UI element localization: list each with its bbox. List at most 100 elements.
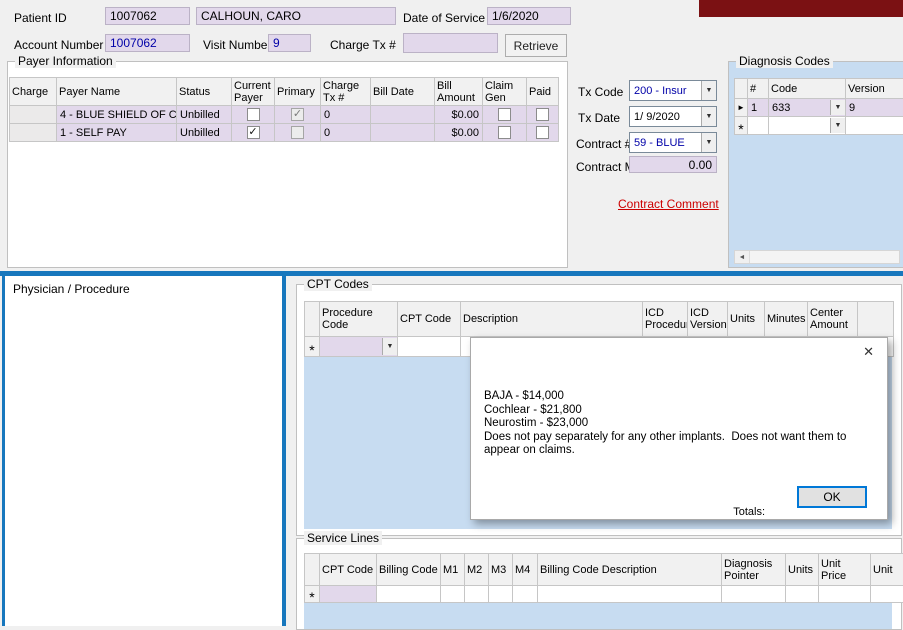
column-header-paid[interactable]: Paid: [527, 78, 559, 106]
column-header-cpt-code[interactable]: CPT Code: [398, 302, 461, 337]
primary-cell: ✓: [275, 106, 321, 124]
column-header-payer-name[interactable]: Payer Name: [57, 78, 177, 106]
billing-code-description-cell[interactable]: [538, 586, 722, 603]
column-header-current-payer[interactable]: Current Payer: [232, 78, 275, 106]
payer-row[interactable]: 4 - BLUE SHIELD OF CA Unbilled ✓ 0 $0.00: [10, 106, 559, 124]
visit-number-field[interactable]: 9: [268, 34, 311, 52]
column-header-unit-clipped[interactable]: Unit: [871, 554, 903, 586]
physician-procedure-title: Physician / Procedure: [13, 282, 130, 296]
column-header-icd-procedure[interactable]: ICD Procedure: [643, 302, 688, 337]
column-header-description[interactable]: Description: [461, 302, 643, 337]
m4-cell[interactable]: [513, 586, 538, 603]
diagnosis-code-dropdown[interactable]: ▼: [769, 117, 846, 135]
diagnosis-code-dropdown[interactable]: 633 ▼: [769, 99, 846, 117]
tx-code-dropdown[interactable]: 200 - Insur ▼: [629, 80, 717, 101]
column-header-status[interactable]: Status: [177, 78, 232, 106]
diagnosis-version-cell: 9: [846, 99, 903, 117]
paid-checkbox[interactable]: [536, 126, 549, 139]
unit-clipped-cell: [871, 586, 903, 603]
current-payer-checkbox[interactable]: [247, 108, 260, 121]
column-header-bill-amount[interactable]: Bill Amount: [435, 78, 483, 106]
column-header-charge-tx[interactable]: Charge Tx #: [321, 78, 371, 106]
column-header-charge[interactable]: Charge: [10, 78, 57, 106]
row-selector-header: [305, 554, 320, 586]
column-header-claim-gen[interactable]: Claim Gen: [483, 78, 527, 106]
m2-cell[interactable]: [465, 586, 489, 603]
date-of-service-field[interactable]: 1/6/2020: [487, 7, 571, 25]
m1-cell[interactable]: [441, 586, 465, 603]
column-header-m4[interactable]: M4: [513, 554, 538, 586]
service-grid-empty-area: [304, 602, 892, 629]
physician-procedure-panel: Physician / Procedure: [2, 276, 286, 626]
status-cell: Unbilled: [177, 124, 232, 142]
column-header-diagnosis-pointer[interactable]: Diagnosis Pointer: [722, 554, 786, 586]
column-header-billing-code-description[interactable]: Billing Code Description: [538, 554, 722, 586]
chevron-down-icon: ▼: [701, 81, 716, 100]
column-header-primary[interactable]: Primary: [275, 78, 321, 106]
chevron-down-icon: ▼: [830, 100, 845, 115]
ok-button[interactable]: OK: [797, 486, 867, 508]
charge-cell: [10, 124, 57, 142]
paid-cell: [527, 124, 559, 142]
units-cell[interactable]: [786, 586, 819, 603]
diagnosis-pointer-cell[interactable]: [722, 586, 786, 603]
column-header-bill-date[interactable]: Bill Date: [371, 78, 435, 106]
tx-date-dropdown[interactable]: 1/ 9/2020 ▼: [629, 106, 717, 127]
column-header-unit-price[interactable]: Unit Price: [819, 554, 871, 586]
account-number-field[interactable]: 1007062: [105, 34, 190, 52]
diagnosis-num-cell: [748, 117, 769, 135]
contract-dropdown[interactable]: 59 - BLUE ▼: [629, 132, 717, 153]
close-icon[interactable]: ✕: [863, 345, 874, 358]
claim-gen-checkbox[interactable]: [498, 126, 511, 139]
diagnosis-codes-group: Diagnosis Codes # Code Version ► 1 633 ▼…: [728, 61, 903, 268]
diagnosis-row[interactable]: ► 1 633 ▼ 9: [735, 99, 903, 117]
column-header-minutes[interactable]: Minutes: [765, 302, 808, 337]
payer-grid: Charge Payer Name Status Current Payer P…: [9, 77, 559, 142]
cpt-code-cell[interactable]: [320, 586, 377, 603]
column-header-units[interactable]: Units: [728, 302, 765, 337]
service-new-row[interactable]: *: [305, 586, 903, 603]
new-row-asterisk-icon: *: [738, 124, 743, 134]
column-header-units[interactable]: Units: [786, 554, 819, 586]
popup-line: Cochlear - $21,800: [484, 404, 878, 418]
column-header-m3[interactable]: M3: [489, 554, 513, 586]
cpt-code-cell[interactable]: [398, 337, 461, 357]
unit-price-cell[interactable]: [819, 586, 871, 603]
paid-checkbox[interactable]: [536, 108, 549, 121]
cpt-grid-header-row: Procedure Code CPT Code Description ICD …: [305, 302, 894, 337]
column-header-procedure-code[interactable]: Procedure Code: [320, 302, 398, 337]
column-header-icd-version[interactable]: ICD Version: [688, 302, 728, 337]
primary-checkbox[interactable]: [291, 126, 304, 139]
payer-row[interactable]: 1 - SELF PAY Unbilled ✓ 0 $0.00: [10, 124, 559, 142]
popup-line: BAJA - $14,000: [484, 390, 878, 404]
current-payer-checkbox[interactable]: ✓: [247, 126, 260, 139]
service-lines-grid: CPT Code Billing Code M1 M2 M3 M4 Billin…: [304, 553, 903, 603]
column-header-cpt-code[interactable]: CPT Code: [320, 554, 377, 586]
diagnosis-new-row[interactable]: * ▼: [735, 117, 903, 135]
procedure-code-dropdown[interactable]: ▼: [320, 337, 398, 357]
diagnosis-horizontal-scrollbar[interactable]: ◄: [734, 250, 900, 264]
retrieve-button[interactable]: Retrieve: [505, 34, 567, 57]
patient-id-field[interactable]: 1007062: [105, 7, 190, 25]
primary-checkbox[interactable]: ✓: [291, 108, 304, 121]
column-header-m2[interactable]: M2: [465, 554, 489, 586]
charge-tx-number-field[interactable]: [403, 33, 498, 53]
contract-number-label: Contract #: [576, 137, 631, 151]
column-header-num[interactable]: #: [748, 79, 769, 99]
claim-gen-checkbox[interactable]: [498, 108, 511, 121]
account-number-label: Account Number: [14, 38, 103, 52]
m3-cell[interactable]: [489, 586, 513, 603]
contract-comment-link[interactable]: Contract Comment: [618, 197, 719, 211]
billing-code-cell[interactable]: [377, 586, 441, 603]
scroll-left-icon[interactable]: ◄: [735, 251, 750, 263]
patient-name-field[interactable]: CALHOUN, CARO: [196, 7, 396, 25]
column-header-m1[interactable]: M1: [441, 554, 465, 586]
visit-number-label: Visit Number: [203, 38, 271, 52]
current-payer-cell: [232, 106, 275, 124]
column-header-billing-code[interactable]: Billing Code: [377, 554, 441, 586]
row-selector-header: [735, 79, 748, 99]
column-header-version[interactable]: Version: [846, 79, 903, 99]
column-header-code[interactable]: Code: [769, 79, 846, 99]
column-header-center-amount[interactable]: Center Amount: [808, 302, 858, 337]
bill-date-cell: [371, 124, 435, 142]
